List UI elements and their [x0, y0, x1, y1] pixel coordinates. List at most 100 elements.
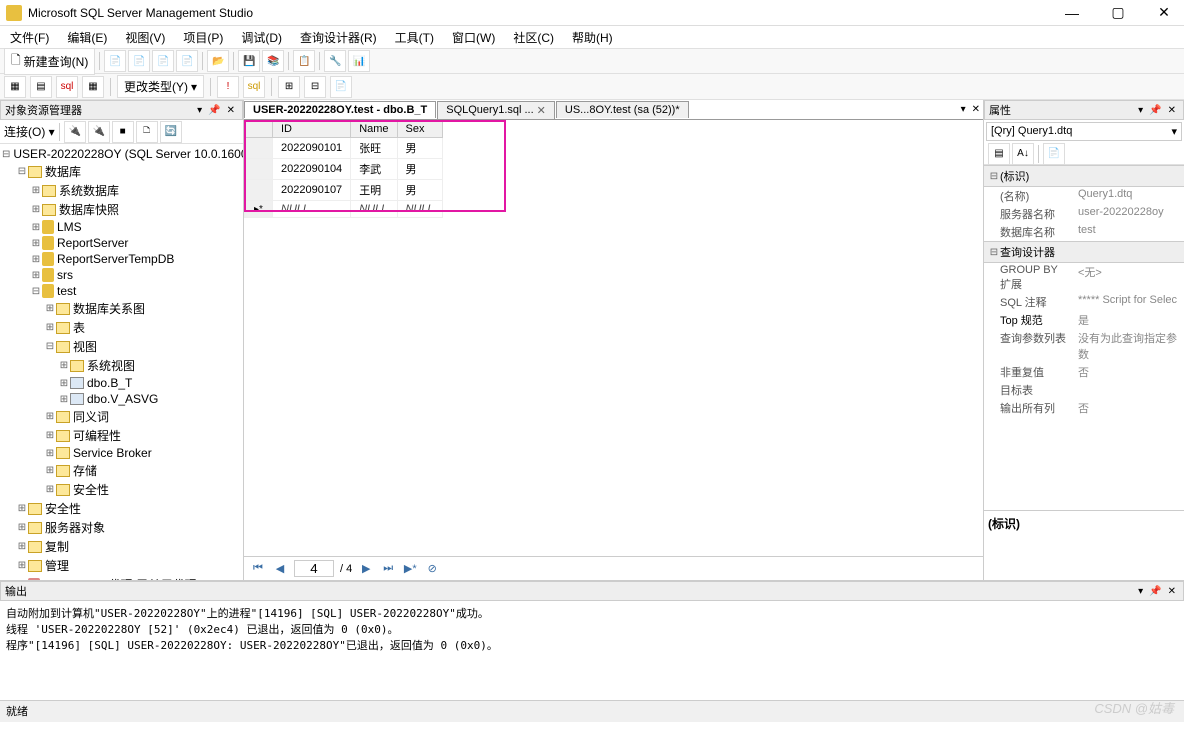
toolbar-icon[interactable]: ⊟: [304, 76, 326, 98]
tree-security[interactable]: ⊞安全性: [2, 499, 241, 518]
tree-server[interactable]: ⊟USER-20220228OY (SQL Server 10.0.1600: [2, 146, 241, 162]
close-icon[interactable]: ✕: [537, 104, 546, 117]
disconnect-icon[interactable]: 🔌: [88, 121, 110, 143]
tab-sqlquery1[interactable]: SQLQuery1.sql ...✕: [437, 101, 555, 119]
nav-current-input[interactable]: [294, 560, 334, 577]
tab-bt[interactable]: USER-20220228OY.test - dbo.B_T: [244, 101, 436, 118]
nav-last-icon[interactable]: ⏭: [380, 561, 396, 577]
toolbar-icon[interactable]: 📄: [128, 50, 150, 72]
save-icon[interactable]: 💾: [238, 50, 260, 72]
results-pane-icon[interactable]: ▦: [82, 76, 104, 98]
minimize-button[interactable]: —: [1058, 3, 1086, 23]
tree-programmability[interactable]: ⊞可编程性: [2, 426, 241, 445]
dropdown-icon[interactable]: ▾: [1138, 105, 1143, 116]
output-text[interactable]: 自动附加到计算机"USER-20220228OY"上的进程"[14196] [S…: [0, 601, 1184, 700]
close-button[interactable]: ✕: [1150, 3, 1178, 23]
close-panel-icon[interactable]: ✕: [227, 105, 235, 116]
tree-srs[interactable]: ⊞srs: [2, 267, 241, 283]
prop-category-identity[interactable]: ⊟(标识): [984, 165, 1184, 187]
close-panel-icon[interactable]: ✕: [1168, 105, 1176, 116]
criteria-pane-icon[interactable]: ▤: [30, 76, 52, 98]
stop-icon[interactable]: ■: [112, 121, 134, 143]
menu-tools[interactable]: 工具(T): [391, 27, 438, 48]
menu-edit[interactable]: 编辑(E): [63, 27, 111, 48]
results-grid[interactable]: ID Name Sex 2022090101张旺男 2022090104李武男 …: [244, 120, 983, 556]
nav-prev-icon[interactable]: ◀: [272, 561, 288, 577]
tree-sys-databases[interactable]: ⊞系统数据库: [2, 181, 241, 200]
properties-panel: 属性 ▾ 📌 ✕ [Qry] Query1.dtq▾ ▤ A↓ 📄 ⊟(标识) …: [984, 100, 1184, 580]
properties-description: (标识): [984, 510, 1184, 580]
pin-icon[interactable]: 📌: [1149, 586, 1161, 597]
toolbar-icon[interactable]: 📋: [293, 50, 315, 72]
prop-category-designer[interactable]: ⊟查询设计器: [984, 241, 1184, 263]
close-panel-icon[interactable]: ✕: [1168, 586, 1176, 597]
new-query-button[interactable]: 🗋 新建查询(N): [4, 48, 95, 75]
filter-icon[interactable]: 🗅: [136, 121, 158, 143]
categorized-icon[interactable]: ▤: [988, 143, 1010, 165]
pin-icon[interactable]: 📌: [208, 105, 220, 116]
tab-us8oy[interactable]: US...8OY.test (sa (52))*: [556, 101, 689, 118]
toolbar-icon[interactable]: ⊞: [278, 76, 300, 98]
toolbar-icon[interactable]: 📄: [104, 50, 126, 72]
tree-test[interactable]: ⊟test: [2, 283, 241, 299]
tree-lms[interactable]: ⊞LMS: [2, 219, 241, 235]
toolbar-icon[interactable]: 📄: [330, 76, 352, 98]
properties-grid[interactable]: ⊟(标识) (名称)Query1.dtq 服务器名称user-20220228o…: [984, 165, 1184, 510]
menu-query-designer[interactable]: 查询设计器(R): [296, 27, 381, 48]
tree-db-snapshots[interactable]: ⊞数据库快照: [2, 200, 241, 219]
menu-debug[interactable]: 调试(D): [237, 27, 286, 48]
tree-synonyms[interactable]: ⊞同义词: [2, 407, 241, 426]
titlebar: Microsoft SQL Server Management Studio —…: [0, 0, 1184, 26]
nav-stop-icon[interactable]: ⊘: [424, 561, 440, 577]
tree-agent[interactable]: SQL Server 代理(已禁用代理 XP): [2, 575, 241, 580]
menu-view[interactable]: 视图(V): [121, 27, 169, 48]
tree-databases[interactable]: ⊟数据库: [2, 162, 241, 181]
tree-security-db[interactable]: ⊞安全性: [2, 480, 241, 499]
tree-reportserver[interactable]: ⊞ReportServer: [2, 235, 241, 251]
alphabetical-icon[interactable]: A↓: [1012, 143, 1034, 165]
properties-object-dropdown[interactable]: [Qry] Query1.dtq▾: [986, 122, 1182, 141]
properties-pages-icon[interactable]: 📄: [1043, 143, 1065, 165]
tree-sys-views[interactable]: ⊞系统视图: [2, 356, 241, 375]
tree-replication[interactable]: ⊞复制: [2, 537, 241, 556]
tree-management[interactable]: ⊞管理: [2, 556, 241, 575]
change-type-button[interactable]: 更改类型(Y) ▾: [117, 75, 204, 98]
dropdown-icon[interactable]: ▾: [197, 105, 202, 116]
menu-help[interactable]: 帮助(H): [568, 27, 617, 48]
diagram-pane-icon[interactable]: ▦: [4, 76, 26, 98]
tree-db-diagrams[interactable]: ⊞数据库关系图: [2, 299, 241, 318]
tree-views[interactable]: ⊟视图: [2, 337, 241, 356]
open-icon[interactable]: 📂: [207, 50, 229, 72]
execute-icon[interactable]: !: [217, 76, 239, 98]
tree-server-objects[interactable]: ⊞服务器对象: [2, 518, 241, 537]
dropdown-icon[interactable]: ▾: [1138, 586, 1143, 597]
nav-first-icon[interactable]: ⏮: [250, 561, 266, 577]
maximize-button[interactable]: ▢: [1104, 3, 1132, 23]
tree-storage[interactable]: ⊞存储: [2, 461, 241, 480]
tree-reportservertemp[interactable]: ⊞ReportServerTempDB: [2, 251, 241, 267]
pin-icon[interactable]: 📌: [1149, 105, 1161, 116]
nav-new-icon[interactable]: ▶*: [402, 561, 418, 577]
object-explorer-tree[interactable]: ⊟USER-20220228OY (SQL Server 10.0.1600 ⊟…: [0, 144, 243, 580]
tree-view-asvg[interactable]: ⊞dbo.V_ASVG: [2, 391, 241, 407]
toolbar-icon[interactable]: 📊: [348, 50, 370, 72]
menu-window[interactable]: 窗口(W): [448, 27, 499, 48]
close-document-icon[interactable]: ✕: [972, 104, 980, 115]
connect-dropdown[interactable]: 连接(O) ▾: [4, 123, 55, 140]
connect-icon[interactable]: 🔌: [64, 121, 86, 143]
save-all-icon[interactable]: 📚: [262, 50, 284, 72]
sql-pane-icon[interactable]: sql: [56, 76, 78, 98]
toolbar-icon[interactable]: 📄: [176, 50, 198, 72]
tab-dropdown-icon[interactable]: ▾: [961, 104, 966, 115]
refresh-icon[interactable]: 🔄: [160, 121, 182, 143]
menu-file[interactable]: 文件(F): [6, 27, 53, 48]
toolbar-icon[interactable]: 📄: [152, 50, 174, 72]
toolbar-icon[interactable]: 🔧: [324, 50, 346, 72]
tree-service-broker[interactable]: ⊞Service Broker: [2, 445, 241, 461]
tree-tables[interactable]: ⊞表: [2, 318, 241, 337]
verify-sql-icon[interactable]: sql: [243, 76, 265, 98]
tree-view-bt[interactable]: ⊞dbo.B_T: [2, 375, 241, 391]
menu-community[interactable]: 社区(C): [509, 27, 558, 48]
menu-project[interactable]: 项目(P): [179, 27, 227, 48]
nav-next-icon[interactable]: ▶: [358, 561, 374, 577]
